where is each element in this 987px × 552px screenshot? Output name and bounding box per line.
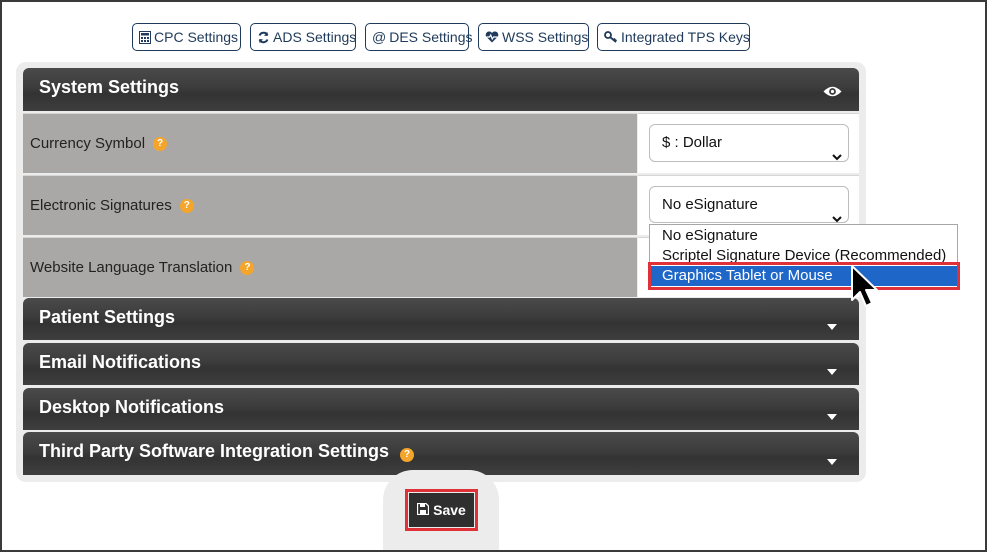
tab-label: DES Settings — [389, 29, 473, 45]
section-title: Email Notifications — [39, 352, 202, 372]
help-icon[interactable]: ? — [179, 198, 194, 213]
select-value: $ : Dollar — [662, 134, 723, 151]
dropdown-option[interactable]: No eSignature — [650, 226, 957, 246]
currency-select[interactable]: $ : Dollar — [649, 124, 849, 162]
caret-down-icon — [827, 414, 837, 420]
at-icon: @ — [372, 29, 387, 45]
select-value: No eSignature — [662, 196, 758, 213]
help-icon[interactable]: ? — [240, 260, 255, 275]
chevron-down-icon — [832, 139, 842, 175]
tab-ads-settings[interactable]: ADS Settings — [250, 23, 356, 51]
tab-label: WSS Settings — [502, 29, 589, 45]
patient-settings-header[interactable]: Patient Settings — [23, 298, 859, 340]
tab-des-settings[interactable]: @ DES Settings — [365, 23, 473, 51]
help-icon[interactable]: ? — [400, 448, 415, 462]
calculator-icon — [139, 30, 151, 44]
dropdown-option[interactable]: Scriptel Signature Device (Recommended) — [650, 246, 957, 266]
setting-label: Electronic Signatures ? — [23, 175, 637, 235]
eye-icon[interactable] — [823, 82, 842, 103]
sync-icon — [257, 31, 270, 44]
tab-wss-settings[interactable]: WSS Settings — [478, 23, 589, 51]
help-icon[interactable]: ? — [153, 136, 168, 151]
third-party-settings-header[interactable]: Third Party Software Integration Setting… — [23, 432, 859, 475]
tab-label: Integrated TPS Keys — [621, 29, 750, 45]
section-title-text: Third Party Software Integration Setting… — [39, 441, 390, 461]
tab-integrated-tps-keys[interactable]: Integrated TPS Keys — [597, 23, 750, 51]
setting-row-currency: Currency Symbol ? $ : Dollar — [23, 113, 859, 173]
email-notifications-header[interactable]: Email Notifications — [23, 343, 859, 385]
caret-down-icon — [827, 459, 837, 465]
system-settings-header[interactable]: System Settings — [23, 68, 859, 111]
esignature-select[interactable]: No eSignature — [649, 186, 849, 223]
mouse-pointer-icon — [850, 264, 880, 317]
section-title: Third Party Software Integration Setting… — [39, 441, 415, 462]
setting-value-cell: $ : Dollar — [638, 113, 859, 173]
setting-label: Currency Symbol ? — [23, 113, 637, 173]
dropdown-option-selected[interactable]: Graphics Tablet or Mouse — [650, 266, 957, 286]
caret-down-icon — [827, 369, 837, 375]
setting-label-text: Website Language Translation — [30, 259, 233, 276]
esignature-dropdown-list: No eSignature Scriptel Signature Device … — [649, 224, 958, 288]
desktop-notifications-header[interactable]: Desktop Notifications — [23, 388, 859, 430]
key-icon — [604, 31, 618, 43]
setting-label-text: Currency Symbol — [30, 135, 146, 152]
save-button[interactable]: Save — [409, 493, 474, 527]
section-title: Patient Settings — [39, 307, 176, 327]
tab-label: ADS Settings — [273, 29, 357, 45]
heartbeat-icon — [485, 31, 499, 43]
section-title: Desktop Notifications — [39, 397, 225, 417]
setting-label-text: Electronic Signatures — [30, 197, 172, 214]
tab-label: CPC Settings — [154, 29, 239, 45]
caret-down-icon — [827, 324, 837, 330]
floppy-disk-icon — [416, 502, 430, 518]
tab-cpc-settings[interactable]: CPC Settings — [132, 23, 241, 51]
section-title: System Settings — [39, 77, 180, 97]
setting-label: Website Language Translation ? — [23, 237, 637, 297]
save-label: Save — [433, 502, 466, 518]
